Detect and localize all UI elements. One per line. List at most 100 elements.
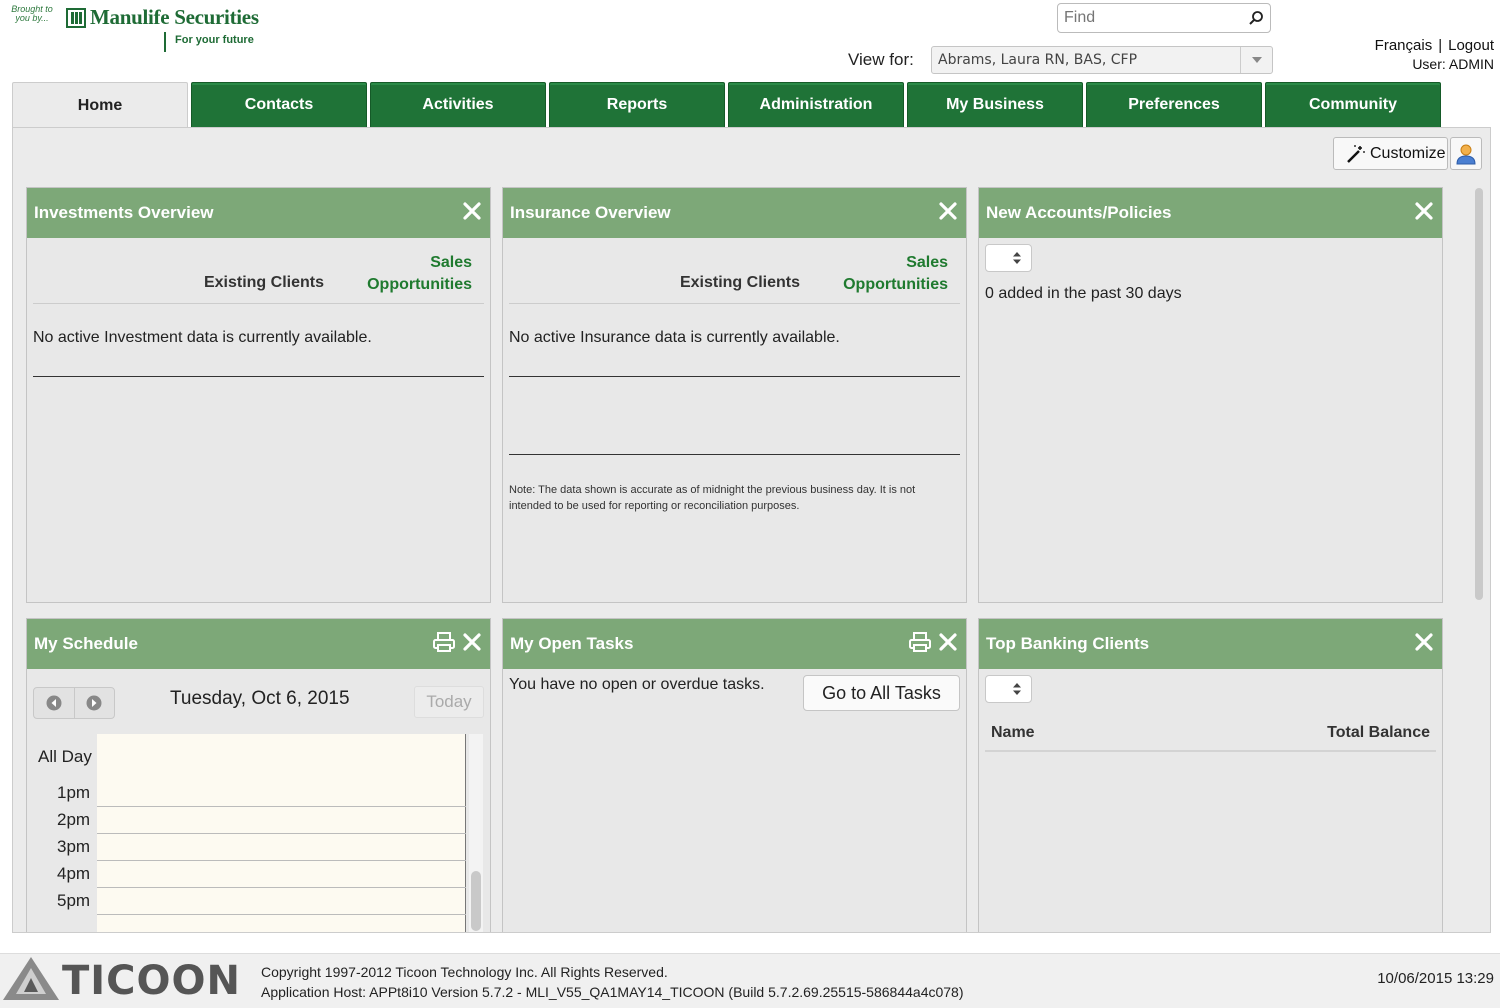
all-day-label: All Day bbox=[38, 747, 92, 766]
search-icon[interactable] bbox=[1248, 10, 1264, 26]
francais-link[interactable]: Français bbox=[1375, 37, 1433, 54]
tab-contacts[interactable]: Contacts bbox=[191, 82, 367, 127]
period-select[interactable] bbox=[985, 244, 1032, 272]
view-for-label: View for: bbox=[848, 50, 914, 69]
today-button[interactable]: Today bbox=[414, 686, 484, 718]
hour-divider bbox=[97, 887, 466, 888]
tab-my-business[interactable]: My Business bbox=[907, 82, 1083, 127]
widget-title: New Accounts/Policies bbox=[986, 203, 1172, 222]
user-profile-button[interactable] bbox=[1450, 137, 1482, 170]
widget-header: Investments Overview bbox=[27, 188, 490, 238]
new-accounts-widget: New Accounts/Policies 0 added in the pas… bbox=[978, 187, 1443, 603]
hour-label: 4pm bbox=[57, 864, 91, 883]
close-icon[interactable] bbox=[1415, 202, 1433, 220]
next-day-button[interactable] bbox=[75, 688, 115, 718]
schedule-nav bbox=[33, 687, 115, 719]
widget-header: New Accounts/Policies bbox=[979, 188, 1442, 238]
tab-home[interactable]: Home bbox=[12, 82, 188, 128]
brand-tagline: For your future bbox=[164, 32, 254, 52]
dashboard-scrollbar-thumb[interactable] bbox=[1475, 188, 1483, 600]
brought-to-you-text: Brought to you by... bbox=[11, 4, 53, 23]
schedule-scrollbar-thumb[interactable] bbox=[471, 871, 481, 931]
close-icon[interactable] bbox=[939, 202, 957, 220]
app-root: Brought to you by... Manulife Securities… bbox=[0, 0, 1500, 1008]
my-open-tasks-widget: My Open Tasks You have no open or overdu… bbox=[502, 618, 967, 932]
added-summary: 0 added in the past 30 days bbox=[985, 285, 1182, 302]
hour-divider bbox=[97, 833, 466, 834]
data-accuracy-note: Note: The data shown is accurate as of m… bbox=[509, 484, 916, 512]
tab-reports[interactable]: Reports bbox=[549, 82, 725, 127]
schedule-scrollbar[interactable] bbox=[469, 734, 483, 932]
widget-header: Top Banking Clients bbox=[979, 619, 1442, 669]
schedule-date: Tuesday, Oct 6, 2015 bbox=[170, 688, 350, 709]
tab-community[interactable]: Community bbox=[1265, 82, 1441, 127]
find-input[interactable] bbox=[1064, 9, 1244, 27]
no-investment-data-message: No active Investment data is currently a… bbox=[33, 329, 372, 346]
main-tabs: Home Contacts Activities Reports Adminis… bbox=[12, 82, 1444, 128]
close-icon[interactable] bbox=[463, 202, 481, 220]
chevron-left-icon bbox=[46, 695, 62, 711]
view-for-value: Abrams, Laura RN, BAS, CFP bbox=[938, 52, 1138, 68]
existing-clients-header: Existing Clients bbox=[679, 274, 800, 291]
view-for-dropdown-button[interactable] bbox=[1240, 47, 1272, 73]
print-icon[interactable] bbox=[909, 631, 931, 653]
sales-opportunities-header: Sales Opportunities bbox=[843, 252, 948, 296]
sales-opportunities-header: Sales Opportunities bbox=[367, 252, 472, 296]
opportunities-label: Opportunities bbox=[367, 276, 472, 293]
footer: TICOON Copyright 1997-2012 Ticoon Techno… bbox=[0, 953, 1500, 1008]
divider bbox=[33, 376, 484, 377]
manulife-logo[interactable]: Manulife Securities bbox=[66, 5, 259, 30]
sales-label: Sales bbox=[430, 254, 472, 271]
logout-link[interactable]: Logout bbox=[1448, 37, 1494, 54]
magic-wand-icon bbox=[1347, 144, 1365, 163]
widget-header: My Schedule bbox=[27, 619, 490, 669]
updown-arrows-icon bbox=[1013, 252, 1021, 264]
hour-divider bbox=[97, 806, 466, 807]
close-icon[interactable] bbox=[1415, 633, 1433, 651]
customize-label: Customize bbox=[1370, 144, 1446, 162]
footer-info: Copyright 1997-2012 Ticoon Technology In… bbox=[261, 962, 964, 1002]
ticoon-logo-icon bbox=[3, 957, 59, 1000]
close-icon[interactable] bbox=[463, 633, 481, 651]
investments-overview-widget: Investments Overview Existing Clients Sa… bbox=[26, 187, 491, 603]
application-host-text: Application Host: APPt8i10 Version 5.7.2… bbox=[261, 984, 964, 1000]
hour-label: 3pm bbox=[57, 837, 91, 856]
customize-button[interactable]: Customize bbox=[1333, 137, 1448, 170]
brand-name: Manulife Securities bbox=[90, 5, 259, 29]
widget-title: Investments Overview bbox=[34, 203, 214, 222]
column-headers: Existing Clients Sales Opportunities bbox=[509, 238, 960, 304]
link-separator: | bbox=[1438, 37, 1443, 54]
name-column-header[interactable]: Name bbox=[991, 724, 1035, 742]
find-field bbox=[1057, 3, 1271, 33]
widget-header: My Open Tasks bbox=[503, 619, 966, 669]
tab-activities[interactable]: Activities bbox=[370, 82, 546, 127]
total-balance-column-header[interactable]: Total Balance bbox=[1327, 724, 1430, 742]
dashboard-scrollbar[interactable] bbox=[1472, 184, 1486, 932]
divider bbox=[509, 454, 960, 455]
close-icon[interactable] bbox=[939, 633, 957, 651]
insurance-overview-widget: Insurance Overview Existing Clients Sale… bbox=[502, 187, 967, 603]
hour-label: 2pm bbox=[57, 810, 91, 829]
banking-period-select[interactable] bbox=[985, 675, 1032, 703]
tab-preferences[interactable]: Preferences bbox=[1086, 82, 1262, 127]
widget-title: My Open Tasks bbox=[510, 634, 634, 653]
print-icon[interactable] bbox=[433, 631, 455, 653]
ticoon-logo-text: TICOON bbox=[62, 958, 242, 1004]
home-dashboard: Customize Investments Overview Existing … bbox=[12, 127, 1491, 933]
chevron-right-icon bbox=[86, 695, 102, 711]
my-schedule-widget: My Schedule Tuesday, Oct 6, 2015 Today A… bbox=[26, 618, 491, 932]
opportunities-label: Opportunities bbox=[843, 276, 948, 293]
widget-title: Top Banking Clients bbox=[986, 634, 1150, 653]
widget-title: My Schedule bbox=[34, 634, 138, 653]
copyright-text: Copyright 1997-2012 Ticoon Technology In… bbox=[261, 964, 668, 980]
column-headers: Existing Clients Sales Opportunities bbox=[33, 238, 484, 304]
go-to-all-tasks-button[interactable]: Go to All Tasks bbox=[803, 675, 960, 711]
view-for-select[interactable]: Abrams, Laura RN, BAS, CFP bbox=[931, 46, 1273, 74]
tab-administration[interactable]: Administration bbox=[728, 82, 904, 127]
updown-arrows-icon bbox=[1013, 683, 1021, 695]
footer-timestamp: 10/06/2015 13:29 bbox=[1377, 970, 1494, 987]
hour-label: 1pm bbox=[57, 783, 91, 802]
divider bbox=[509, 376, 960, 377]
hour-divider bbox=[97, 914, 466, 915]
previous-day-button[interactable] bbox=[34, 688, 75, 718]
